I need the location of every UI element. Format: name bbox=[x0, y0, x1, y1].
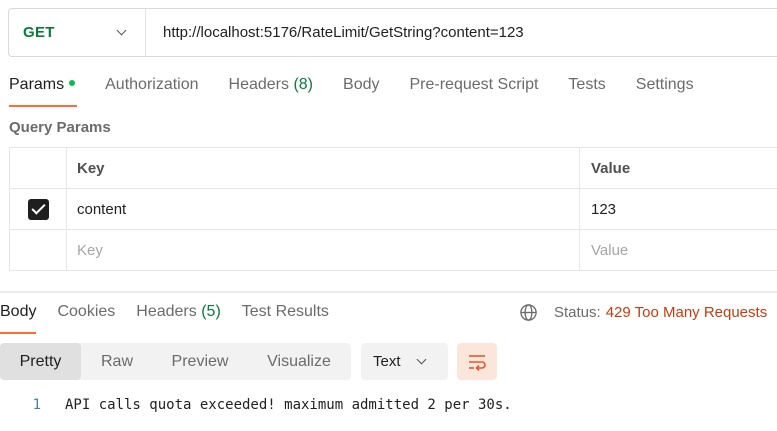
new-value-input[interactable]: Value bbox=[580, 230, 777, 270]
tab-label: Headers bbox=[136, 303, 197, 320]
tab-headers[interactable]: Headers (8) bbox=[229, 76, 314, 108]
tab-body[interactable]: Body bbox=[343, 76, 379, 108]
param-key-cell[interactable]: content bbox=[67, 189, 580, 229]
row-check-cell bbox=[10, 230, 67, 270]
tab-label: Headers bbox=[228, 76, 289, 93]
tab-test-results[interactable]: Test Results bbox=[242, 303, 329, 335]
status-label: Status: bbox=[554, 304, 601, 321]
pane-divider[interactable] bbox=[0, 291, 777, 293]
tab-response-headers[interactable]: Headers (5) bbox=[136, 303, 221, 335]
row-check-cell bbox=[10, 189, 67, 229]
tab-tests[interactable]: Tests bbox=[568, 76, 605, 108]
tab-label: Pre-request Script bbox=[409, 76, 539, 93]
tab-cookies[interactable]: Cookies bbox=[57, 303, 115, 335]
chevron-down-icon bbox=[416, 354, 426, 365]
chevron-down-icon bbox=[116, 25, 127, 36]
headers-count: (8) bbox=[293, 76, 314, 93]
view-pretty-button[interactable]: Pretty bbox=[0, 343, 81, 380]
table-row: content 123 bbox=[10, 189, 777, 230]
new-key-input[interactable]: Key bbox=[67, 230, 580, 270]
response-tabs: Body Cookies Headers (5) Test Results bbox=[0, 303, 350, 335]
view-visualize-button[interactable]: Visualize bbox=[247, 343, 351, 380]
tab-label: Test Results bbox=[241, 303, 329, 320]
line-number: 1 bbox=[32, 397, 41, 413]
response-body-line: 1 API calls quota exceeded! maximum admi… bbox=[0, 397, 512, 413]
tab-label: Authorization bbox=[105, 76, 199, 93]
tab-label: Tests bbox=[568, 76, 606, 93]
method-select[interactable]: GET bbox=[9, 9, 146, 56]
value-column-header: Value bbox=[591, 159, 631, 177]
table-row-new: Key Value bbox=[10, 230, 777, 271]
key-column-header: Key bbox=[67, 148, 580, 188]
globe-icon[interactable] bbox=[519, 303, 538, 322]
tab-label: Body bbox=[0, 303, 37, 320]
tab-authorization[interactable]: Authorization bbox=[105, 76, 198, 108]
tab-label: Settings bbox=[635, 76, 694, 93]
format-label: Text bbox=[373, 353, 401, 370]
tab-pre-request-script[interactable]: Pre-request Script bbox=[409, 76, 538, 108]
table-header-row: Key Value bbox=[10, 148, 777, 189]
tab-label: Cookies bbox=[57, 303, 116, 320]
response-status: Status: 429 Too Many Requests bbox=[519, 303, 767, 322]
view-raw-button[interactable]: Raw bbox=[81, 343, 153, 380]
query-params-title: Query Params bbox=[9, 119, 111, 136]
check-column-header bbox=[10, 148, 67, 188]
url-input[interactable] bbox=[163, 24, 753, 41]
wrap-lines-button[interactable] bbox=[457, 343, 497, 380]
method-label: GET bbox=[23, 24, 55, 41]
tab-settings[interactable]: Settings bbox=[636, 76, 694, 108]
tab-response-body[interactable]: Body bbox=[0, 303, 37, 335]
view-preview-button[interactable]: Preview bbox=[153, 343, 247, 380]
view-mode-selector: Pretty Raw Preview Visualize bbox=[0, 343, 351, 380]
status-code[interactable]: 429 Too Many Requests bbox=[606, 304, 768, 321]
request-url-bar: GET bbox=[8, 8, 777, 57]
query-params-table: Key Value content 123 Key Value bbox=[9, 147, 777, 271]
format-select[interactable]: Text bbox=[361, 343, 448, 380]
wrap-lines-icon bbox=[469, 354, 486, 371]
tab-label: Params bbox=[9, 76, 65, 93]
params-active-dot bbox=[69, 80, 76, 87]
response-headers-count: (5) bbox=[201, 303, 221, 320]
param-value-cell[interactable]: 123 bbox=[580, 189, 777, 229]
request-tabs: Params Authorization Headers (8) Body Pr… bbox=[9, 76, 724, 108]
tab-label: Body bbox=[343, 76, 380, 93]
checkmark-icon[interactable] bbox=[27, 198, 49, 220]
tab-params[interactable]: Params bbox=[9, 76, 78, 108]
response-body-text[interactable]: API calls quota exceeded! maximum admitt… bbox=[65, 397, 512, 413]
